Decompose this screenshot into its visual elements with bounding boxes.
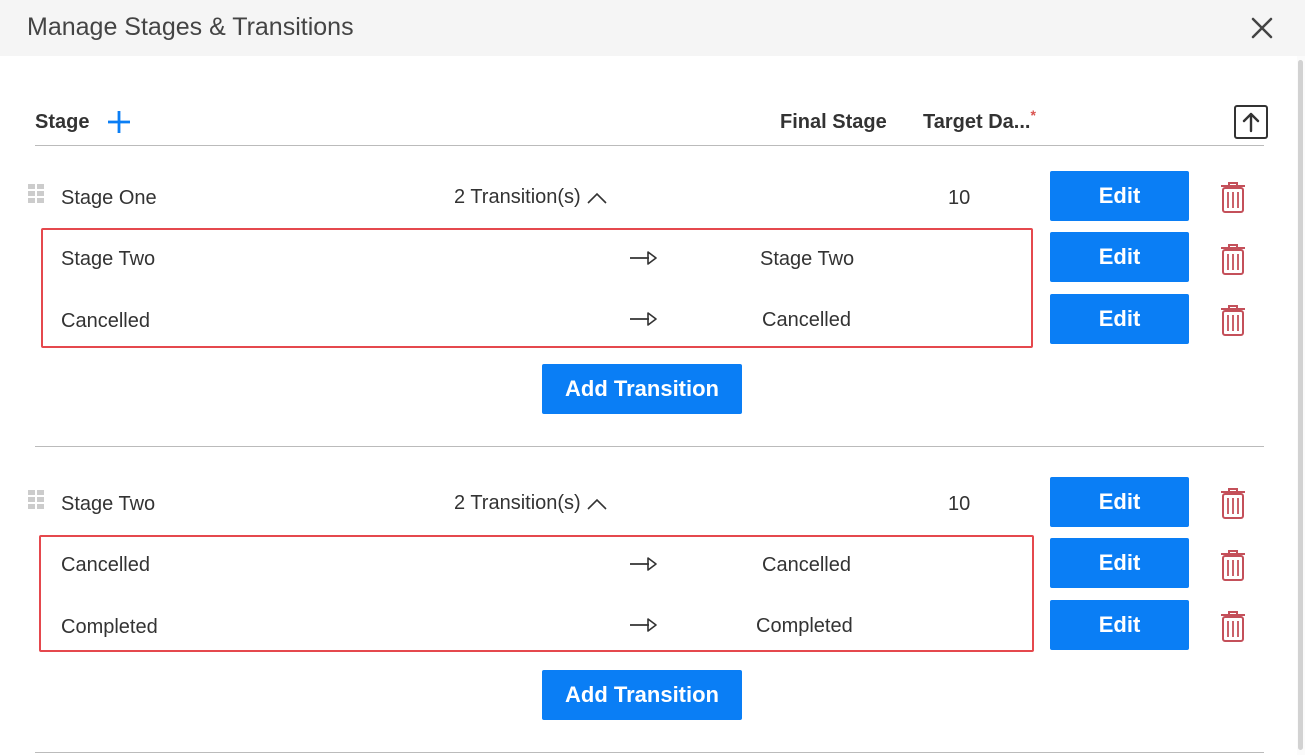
edit-transition-button[interactable]: Edit — [1050, 232, 1189, 282]
trash-icon[interactable] — [1218, 548, 1248, 582]
arrow-right-icon — [630, 312, 657, 326]
column-header-target-days-label: Target Da... — [923, 111, 1031, 133]
column-header-final-stage: Final Stage — [780, 111, 887, 133]
chevron-up-icon — [587, 192, 607, 204]
target-days-value: 10 — [948, 187, 971, 209]
transition-to: Completed — [756, 615, 853, 637]
transition-to: Cancelled — [762, 554, 851, 576]
stage-name: Stage Two — [61, 493, 156, 515]
edit-stage-button[interactable]: Edit — [1050, 171, 1189, 221]
edit-transition-button[interactable]: Edit — [1050, 600, 1189, 650]
arrow-right-icon — [630, 251, 657, 265]
stage-name: Stage One — [61, 187, 157, 209]
column-header-stage: Stage — [35, 111, 90, 133]
transitions-highlight — [41, 228, 1033, 348]
edit-transition-button[interactable]: Edit — [1050, 294, 1189, 344]
chevron-up-icon — [587, 498, 607, 510]
drag-handle-icon[interactable] — [28, 184, 46, 204]
plus-icon[interactable] — [106, 109, 132, 135]
transition-from: Stage Two — [61, 248, 156, 270]
stage-divider — [35, 752, 1264, 753]
trash-icon[interactable] — [1218, 486, 1248, 520]
transitions-count: 2 Transition(s) — [454, 492, 581, 514]
dialog-title: Manage Stages & Transitions — [27, 13, 354, 41]
transitions-toggle[interactable]: 2 Transition(s) — [454, 186, 608, 209]
edit-transition-button[interactable]: Edit — [1050, 538, 1189, 588]
close-icon[interactable] — [1246, 12, 1278, 44]
transitions-count: 2 Transition(s) — [454, 186, 581, 208]
trash-icon[interactable] — [1218, 609, 1248, 643]
required-mark: * — [1030, 107, 1036, 123]
stage-divider — [35, 446, 1264, 447]
drag-handle-icon[interactable] — [28, 490, 46, 510]
add-transition-button[interactable]: Add Transition — [542, 670, 742, 720]
edit-stage-button[interactable]: Edit — [1050, 477, 1189, 527]
transition-from: Cancelled — [61, 310, 150, 332]
trash-icon[interactable] — [1218, 303, 1248, 337]
arrow-up-icon[interactable] — [1234, 105, 1268, 139]
trash-icon[interactable] — [1218, 180, 1248, 214]
transition-from: Completed — [61, 616, 158, 638]
transition-to: Cancelled — [762, 309, 851, 331]
transitions-toggle[interactable]: 2 Transition(s) — [454, 492, 608, 515]
transition-from: Cancelled — [61, 554, 150, 576]
add-transition-button[interactable]: Add Transition — [542, 364, 742, 414]
arrow-up-icon-glyph — [1242, 112, 1260, 133]
column-header-target-days: Target Da...* — [923, 107, 1036, 134]
target-days-value: 10 — [948, 493, 971, 515]
arrow-right-icon — [630, 618, 657, 632]
transitions-highlight — [39, 535, 1034, 652]
scrollbar-thumb[interactable] — [1298, 60, 1303, 750]
transition-to: Stage Two — [760, 248, 855, 270]
trash-icon[interactable] — [1218, 242, 1248, 276]
header-divider — [35, 145, 1264, 146]
arrow-right-icon — [630, 557, 657, 571]
